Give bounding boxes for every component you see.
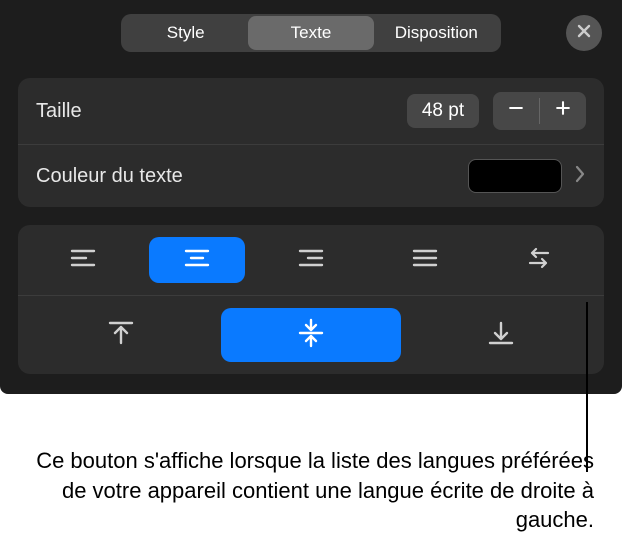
- align-center-button[interactable]: [149, 237, 245, 283]
- vertical-alignment-row: [18, 296, 604, 374]
- align-left-button[interactable]: [35, 237, 131, 283]
- text-color-row[interactable]: Couleur du texte: [18, 145, 604, 207]
- panel-header: Style Texte Disposition: [0, 0, 622, 66]
- text-direction-button[interactable]: [491, 237, 587, 283]
- tab-text[interactable]: Texte: [248, 16, 373, 50]
- alignment-section: [18, 225, 604, 374]
- close-icon: [576, 23, 592, 44]
- text-direction-icon: [524, 243, 554, 278]
- valign-bottom-icon: [485, 317, 517, 354]
- size-row: Taille 48 pt: [18, 78, 604, 145]
- size-stepper: [493, 92, 586, 130]
- text-color-swatch[interactable]: [468, 159, 562, 193]
- minus-icon: [506, 97, 526, 125]
- align-center-icon: [182, 243, 212, 278]
- align-justify-button[interactable]: [377, 237, 473, 283]
- plus-icon: [553, 97, 573, 125]
- callout-caption: Ce bouton s'affiche lorsque la liste des…: [18, 446, 594, 535]
- align-left-icon: [68, 243, 98, 278]
- size-decrease-button[interactable]: [493, 92, 539, 130]
- valign-middle-button[interactable]: [221, 308, 401, 362]
- align-right-icon: [296, 243, 326, 278]
- align-right-button[interactable]: [263, 237, 359, 283]
- format-panel: Style Texte Disposition Taille 48 pt: [0, 0, 622, 394]
- chevron-right-icon: [574, 165, 586, 188]
- align-justify-icon: [410, 243, 440, 278]
- text-properties-section: Taille 48 pt: [18, 78, 604, 207]
- size-value[interactable]: 48 pt: [407, 94, 479, 128]
- format-tabs: Style Texte Disposition: [121, 14, 501, 52]
- valign-middle-icon: [295, 317, 327, 354]
- tab-layout[interactable]: Disposition: [374, 16, 499, 50]
- horizontal-alignment-row: [18, 225, 604, 296]
- text-color-label: Couleur du texte: [36, 165, 183, 188]
- tab-style[interactable]: Style: [123, 16, 248, 50]
- size-label: Taille: [36, 100, 82, 123]
- valign-top-icon: [105, 317, 137, 354]
- valign-top-button[interactable]: [31, 308, 211, 362]
- size-increase-button[interactable]: [540, 92, 586, 130]
- close-button[interactable]: [566, 15, 602, 51]
- valign-bottom-button[interactable]: [411, 308, 591, 362]
